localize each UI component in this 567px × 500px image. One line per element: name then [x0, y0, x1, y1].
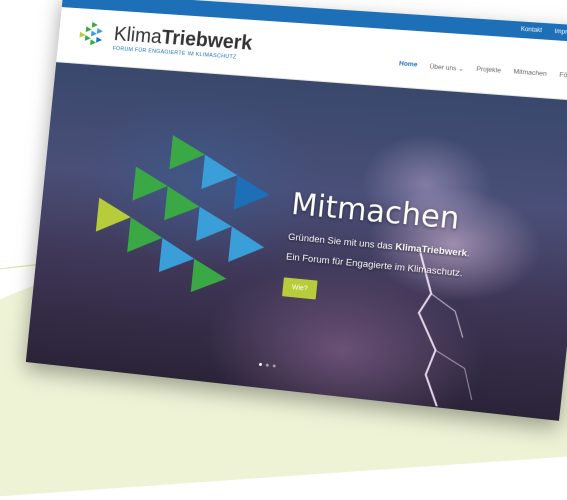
nav-item-foerdern[interactable]: Fördern [559, 72, 567, 82]
hero-slider: Mitmachen Gründen Sie mit uns das KlimaT… [25, 62, 567, 421]
nav-item-ueber-uns[interactable]: Über uns ⌄ [429, 62, 464, 73]
logo-triangles-icon [79, 21, 104, 46]
slider-dots [258, 362, 276, 368]
hero-subtitle: Gründen Sie mit uns das KlimaTriebwerk. … [285, 228, 471, 285]
hero-line-1-bold: KlimaTriebwerk [394, 241, 468, 260]
contact-link[interactable]: Kontakt [520, 27, 542, 35]
hero-text: Mitmachen Gründen Sie mit uns das KlimaT… [281, 187, 475, 314]
nav-item-home[interactable]: Home [399, 60, 418, 69]
main-nav: Home Über uns ⌄ Projekte Mitmachen Förde… [399, 60, 567, 81]
slider-dot[interactable] [265, 363, 269, 367]
wie-button[interactable]: Wie? [281, 277, 318, 300]
imprint-link[interactable]: Impressum [554, 29, 567, 37]
logo-name-light: Klima [112, 22, 163, 48]
slider-dot[interactable] [258, 362, 263, 367]
slider-dot[interactable] [272, 364, 276, 368]
nav-item-projekte[interactable]: Projekte [476, 66, 501, 76]
hero-triangles-graphic [95, 135, 272, 296]
website-screenshot: Kontakt Impressum KlimaTriebwerk FORUM F… [25, 0, 567, 421]
nav-item-mitmachen[interactable]: Mitmachen [513, 68, 547, 79]
site-logo[interactable]: KlimaTriebwerk FORUM FÜR ENGAGIERTE IM K… [74, 18, 253, 64]
